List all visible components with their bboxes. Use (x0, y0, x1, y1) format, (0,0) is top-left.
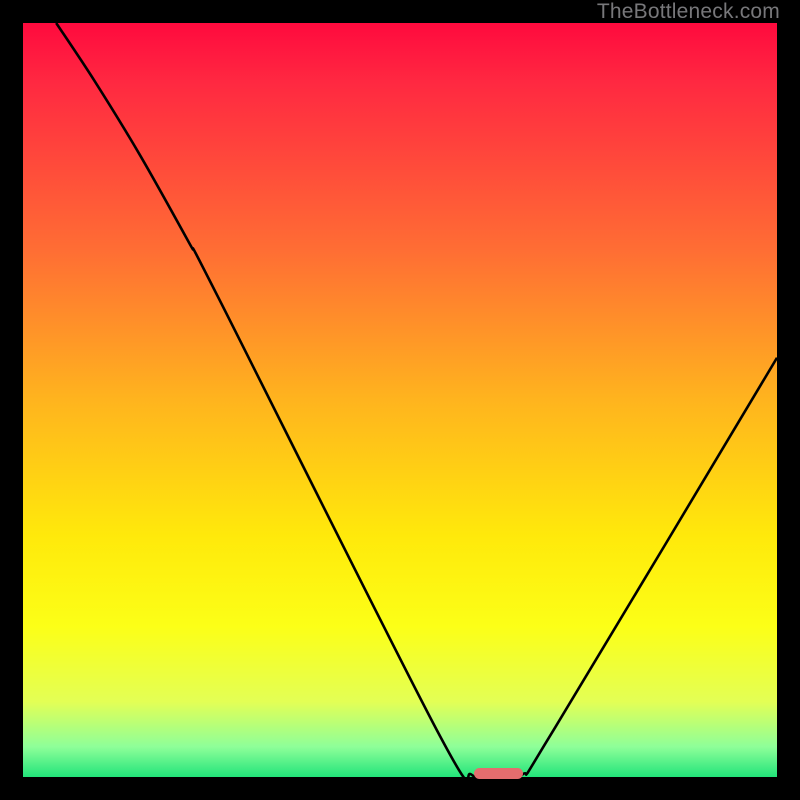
chart-frame (23, 23, 777, 777)
optimal-range-marker (474, 768, 523, 779)
bottleneck-curve-path (56, 23, 777, 777)
watermark-text: TheBottleneck.com (597, 0, 780, 24)
chart-curve-svg (23, 23, 777, 777)
